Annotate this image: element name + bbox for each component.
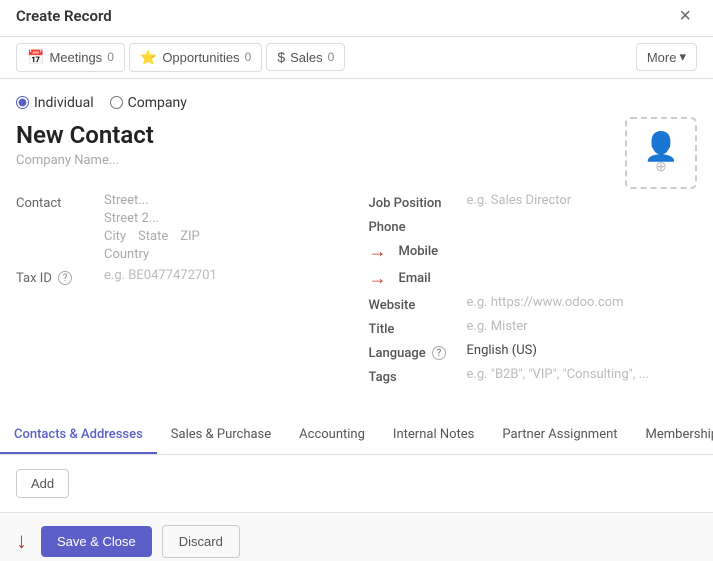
tags-row: Tags e.g. "B2B", "VIP", "Consulting", ..… <box>369 367 698 385</box>
form-body: Individual Company New Contact Company N… <box>0 79 713 407</box>
tab-internal-notes[interactable]: Internal Notes <box>379 417 488 454</box>
language-help[interactable]: ? <box>432 346 446 360</box>
language-value[interactable]: English (US) <box>467 343 537 358</box>
opportunities-button[interactable]: ⭐ Opportunities 0 <box>129 43 262 72</box>
title-label: Title <box>369 319 459 337</box>
mobile-label: Mobile <box>399 241 489 259</box>
left-section: Contact Street... Street 2... City State… <box>16 193 345 391</box>
address-block: Street... Street 2... City State ZIP Cou… <box>104 193 200 262</box>
star-icon: ⭐ <box>140 49 157 66</box>
dialog-header: Create Record × <box>0 0 713 37</box>
photo-upload[interactable]: 👤 ⊕ <box>625 117 697 189</box>
street2-field[interactable]: Street 2... <box>104 211 200 226</box>
tax-id-row: Tax ID ? e.g. BE0477472701 <box>16 268 345 286</box>
phone-row: Phone <box>369 217 698 235</box>
website-label: Website <box>369 295 459 313</box>
job-position-label: Job Position <box>369 193 459 211</box>
save-arrow-icon: ↓ <box>16 528 27 554</box>
job-position-field[interactable]: e.g. Sales Director <box>467 193 572 208</box>
job-position-row: Job Position e.g. Sales Director <box>369 193 698 211</box>
contact-address-row: Contact Street... Street 2... City State… <box>16 193 345 262</box>
calendar-icon: 📅 <box>27 49 44 66</box>
tags-label: Tags <box>369 367 459 385</box>
company-radio-label[interactable]: Company <box>110 95 187 111</box>
tax-id-label: Tax ID ? <box>16 268 96 286</box>
tab-partner-assignment[interactable]: Partner Assignment <box>488 417 631 454</box>
tab-content-area: Add <box>0 455 713 512</box>
contact-type-group: Individual Company <box>16 95 697 111</box>
contact-label: Contact <box>16 193 96 211</box>
meetings-label: Meetings <box>49 50 102 65</box>
discard-button[interactable]: Discard <box>162 525 240 558</box>
city-state-zip-row: City State ZIP <box>104 229 200 244</box>
individual-radio[interactable] <box>16 96 29 109</box>
contact-title-row: New Contact Company Name... 👤 ⊕ <box>16 121 697 189</box>
phone-label: Phone <box>369 217 459 235</box>
company-name-field[interactable]: Company Name... <box>16 153 154 168</box>
close-button[interactable]: × <box>673 4 697 28</box>
mobile-row: → Mobile <box>369 241 698 262</box>
meetings-button[interactable]: 📅 Meetings 0 <box>16 43 125 72</box>
tab-sales-purchase[interactable]: Sales & Purchase <box>157 417 285 454</box>
dollar-icon: $ <box>277 49 285 65</box>
opportunities-label: Opportunities <box>162 50 239 65</box>
photo-add-icon: ⊕ <box>655 159 667 175</box>
tabs-bar: Contacts & Addresses Sales & Purchase Ac… <box>0 417 713 455</box>
sales-button[interactable]: $ Sales 0 <box>266 43 345 71</box>
tab-accounting[interactable]: Accounting <box>285 417 379 454</box>
opportunities-count: 0 <box>245 50 252 64</box>
tab-membership[interactable]: Membership <box>632 417 713 454</box>
tax-id-field[interactable]: e.g. BE0477472701 <box>104 268 217 283</box>
individual-radio-label[interactable]: Individual <box>16 95 94 111</box>
dialog-footer: ↓ Save & Close Discard <box>0 512 713 561</box>
tags-field[interactable]: e.g. "B2B", "VIP", "Consulting", ... <box>467 367 649 382</box>
website-field[interactable]: e.g. https://www.odoo.com <box>467 295 624 310</box>
email-row: → Email <box>369 268 698 289</box>
save-close-button[interactable]: Save & Close <box>41 526 152 557</box>
contact-title-section: New Contact Company Name... <box>16 121 154 182</box>
email-arrow-icon: → <box>369 268 387 289</box>
tax-id-help[interactable]: ? <box>58 271 72 285</box>
toolbar: 📅 Meetings 0 ⭐ Opportunities 0 $ Sales 0… <box>0 37 713 79</box>
language-label: Language ? <box>369 343 459 361</box>
contact-title: New Contact <box>16 121 154 149</box>
company-radio[interactable] <box>110 96 123 109</box>
email-label: Email <box>399 268 489 286</box>
company-label: Company <box>128 95 187 111</box>
more-label: More <box>647 50 677 65</box>
city-field[interactable]: City <box>104 229 126 244</box>
chevron-down-icon: ▾ <box>679 49 686 65</box>
sales-count: 0 <box>328 50 335 64</box>
title-field[interactable]: e.g. Mister <box>467 319 528 334</box>
street-field[interactable]: Street... <box>104 193 200 208</box>
tab-contacts-addresses[interactable]: Contacts & Addresses <box>0 417 157 454</box>
right-section: Job Position e.g. Sales Director Phone →… <box>369 193 698 391</box>
more-button[interactable]: More ▾ <box>636 43 697 71</box>
sales-label: Sales <box>290 50 323 65</box>
zip-field[interactable]: ZIP <box>180 229 200 244</box>
mobile-arrow-icon: → <box>369 241 387 262</box>
individual-label: Individual <box>34 95 94 111</box>
form-two-col: Contact Street... Street 2... City State… <box>16 193 697 391</box>
website-row: Website e.g. https://www.odoo.com <box>369 295 698 313</box>
dialog-title: Create Record <box>16 7 112 25</box>
meetings-count: 0 <box>107 50 114 64</box>
language-row: Language ? English (US) <box>369 343 698 361</box>
title-row: Title e.g. Mister <box>369 319 698 337</box>
add-button[interactable]: Add <box>16 469 69 498</box>
state-field[interactable]: State <box>138 229 168 244</box>
create-record-dialog: Create Record × 📅 Meetings 0 ⭐ Opportuni… <box>0 0 713 561</box>
country-field[interactable]: Country <box>104 247 200 262</box>
